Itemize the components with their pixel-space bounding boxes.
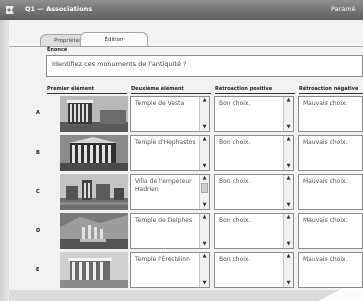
column-header-positive: Rétroaction positive	[215, 86, 273, 92]
header-underline	[215, 93, 295, 94]
ruins-photo[interactable]	[60, 213, 128, 249]
scrollbar[interactable]: ▲ ▼	[199, 253, 209, 287]
positive-feedback-field[interactable]: Bon choix. ▲ ▼	[214, 252, 294, 288]
second-element-text: Temple d'Hephastos	[135, 139, 196, 146]
villa-photo[interactable]	[60, 174, 128, 210]
scroll-down-icon[interactable]: ▼	[285, 241, 292, 248]
tab-edition[interactable]: Édition	[80, 32, 148, 47]
row-letter: A	[36, 110, 40, 116]
positive-feedback-field[interactable]: Bon choix. ▲ ▼	[214, 213, 294, 249]
scroll-up-icon[interactable]: ▲	[285, 253, 292, 260]
parameters-tab[interactable]: Paramè	[331, 5, 356, 13]
quiz-app-icon	[4, 4, 16, 16]
window-title-bar[interactable]: Q1 — Associations Paramè	[0, 0, 363, 20]
second-element-field[interactable]: Temple de Delphes ▲ ▼	[130, 213, 210, 249]
temple-photo[interactable]	[60, 252, 128, 288]
second-element-text: Temple l'Érectéion	[135, 256, 190, 263]
positive-feedback-field[interactable]: Bon choix. ▲ ▼	[214, 96, 294, 132]
header-underline	[47, 93, 127, 94]
scroll-up-icon[interactable]: ▲	[201, 253, 208, 260]
scroll-up-icon[interactable]: ▲	[201, 136, 208, 143]
header-underline	[131, 93, 211, 94]
positive-feedback-text: Bon choix.	[219, 178, 251, 185]
window-title: Q1 — Associations	[25, 5, 93, 13]
negative-feedback-text: Mauvais choix.	[303, 100, 348, 107]
second-element-text: Temple de Delphes	[135, 217, 193, 224]
row-letter: C	[36, 189, 40, 195]
scroll-down-icon[interactable]: ▼	[285, 163, 292, 170]
scroll-down-icon[interactable]: ▼	[201, 280, 208, 287]
row-letter: E	[36, 267, 40, 273]
temple-photo[interactable]	[60, 135, 128, 171]
question-label: Énoncé	[47, 47, 68, 53]
scroll-up-icon[interactable]: ▲	[201, 214, 208, 221]
column-header-first: Premier élément	[47, 86, 95, 92]
negative-feedback-text: Mauvais choix.	[303, 178, 348, 185]
positive-feedback-field[interactable]: Bon choix. ▲ ▼	[214, 174, 294, 210]
scroll-up-icon[interactable]: ▲	[285, 214, 292, 221]
scrollbar[interactable]: ▲ ▼	[283, 175, 293, 209]
row-letter: D	[36, 228, 41, 234]
negative-feedback-field[interactable]: Mauvais choix.	[298, 252, 363, 288]
positive-feedback-text: Bon choix.	[219, 100, 251, 107]
second-element-text: Villa de l'empereur Hadrien	[135, 178, 192, 193]
column-header-second: Deuxième élément	[131, 86, 184, 92]
positive-feedback-text: Bon choix.	[219, 217, 251, 224]
positive-feedback-text: Bon choix.	[219, 139, 251, 146]
scrollbar[interactable]: ▲ ▼	[283, 136, 293, 170]
row-letter: B	[36, 150, 40, 156]
second-element-field[interactable]: Villa de l'empereur Hadrien ▲ ▼	[130, 174, 210, 210]
scrollbar[interactable]: ▲ ▼	[283, 214, 293, 248]
negative-feedback-field[interactable]: Mauvais choix.	[298, 96, 363, 132]
positive-feedback-field[interactable]: Bon choix. ▲ ▼	[214, 135, 294, 171]
scroll-up-icon[interactable]: ▲	[285, 136, 292, 143]
scroll-up-icon[interactable]: ▲	[285, 175, 292, 182]
scroll-down-icon[interactable]: ▼	[201, 124, 208, 131]
scroll-down-icon[interactable]: ▼	[285, 280, 292, 287]
negative-feedback-text: Mauvais choix.	[303, 256, 348, 263]
negative-feedback-field[interactable]: Mauvais choix.	[298, 135, 363, 171]
column-header-negative: Rétroaction négative	[299, 86, 359, 92]
second-element-field[interactable]: Temple l'Érectéion ▲ ▼	[130, 252, 210, 288]
scrollbar[interactable]: ▲ ▼	[199, 97, 209, 131]
negative-feedback-text: Mauvais choix.	[303, 139, 348, 146]
scroll-down-icon[interactable]: ▼	[201, 202, 208, 209]
scroll-down-icon[interactable]: ▼	[201, 241, 208, 248]
scroll-down-icon[interactable]: ▼	[201, 163, 208, 170]
negative-feedback-field[interactable]: Mauvais choix.	[298, 213, 363, 249]
scrollbar[interactable]: ▲ ▼	[283, 97, 293, 131]
scroll-down-icon[interactable]: ▼	[285, 202, 292, 209]
scrollbar[interactable]: ▲ ▼	[199, 214, 209, 248]
scroll-up-icon[interactable]: ▲	[201, 97, 208, 104]
scroll-up-icon[interactable]: ▲	[285, 97, 292, 104]
positive-feedback-text: Bon choix.	[219, 256, 251, 263]
window-frame-left	[0, 20, 9, 301]
second-element-field[interactable]: Temple d'Hephastos ▲ ▼	[130, 135, 210, 171]
second-element-field[interactable]: Temple de Vesta ▲ ▼	[130, 96, 210, 132]
scrollbar[interactable]: ▲ ▼	[199, 136, 209, 170]
scroll-up-icon[interactable]: ▲	[201, 175, 208, 182]
scrollbar[interactable]: ▲ ▼	[199, 175, 209, 209]
negative-feedback-text: Mauvais choix.	[303, 217, 348, 224]
header-underline	[299, 93, 363, 94]
negative-feedback-field[interactable]: Mauvais choix.	[298, 174, 363, 210]
scrollbar[interactable]: ▲ ▼	[283, 253, 293, 287]
scroll-down-icon[interactable]: ▼	[285, 124, 292, 131]
temple-photo[interactable]	[60, 96, 128, 132]
question-input[interactable]: Identifiez ces monuments de l'antiquité …	[46, 55, 363, 77]
scroll-thumb[interactable]	[201, 183, 208, 193]
second-element-text: Temple de Vesta	[135, 100, 185, 107]
